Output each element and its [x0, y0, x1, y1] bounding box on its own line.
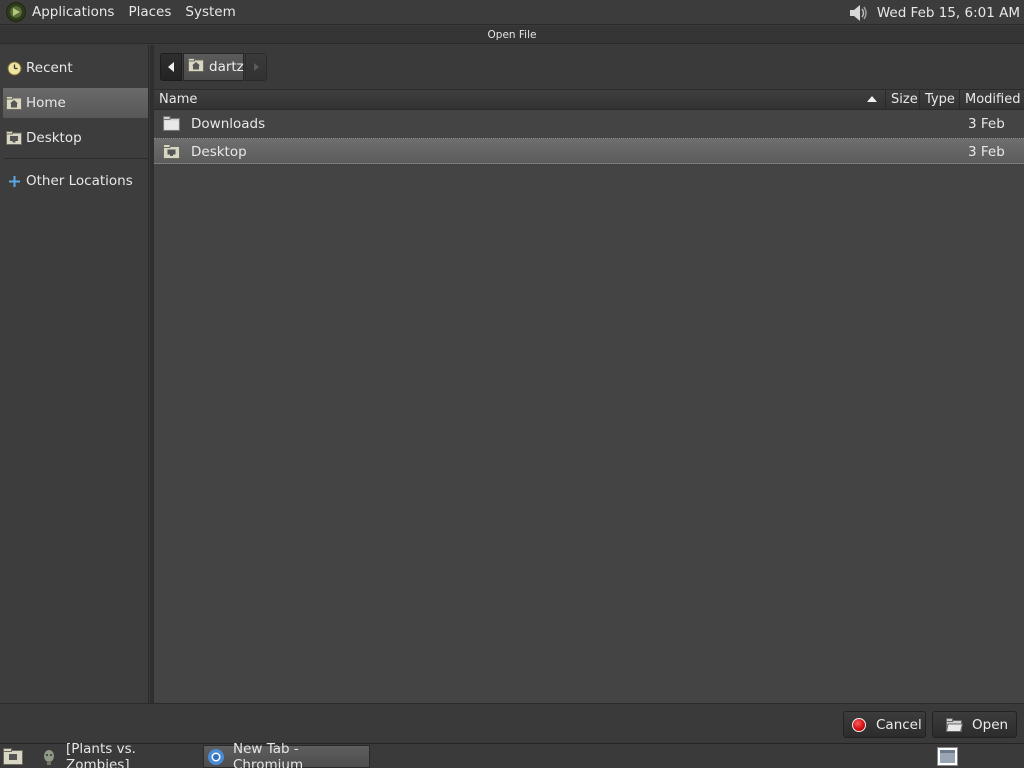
clock[interactable]: Wed Feb 15, 6:01 AM — [877, 5, 1020, 21]
task-plants-vs-zombies[interactable]: [Plants vs. Zombies] — [37, 741, 197, 768]
home-folder-icon — [188, 58, 204, 76]
path-back-button[interactable] — [160, 53, 182, 81]
sidebar-item-label: Other Locations — [26, 173, 133, 189]
file-name: Desktop — [191, 144, 247, 160]
sort-ascending-icon — [867, 96, 877, 102]
list-header: Name Size Type Modified — [154, 89, 1024, 110]
sidebar-item-label: Desktop — [26, 130, 82, 146]
sidebar-item-home[interactable]: Home — [3, 88, 148, 118]
menu-applications[interactable]: Applications — [32, 4, 114, 20]
chevron-right-icon — [254, 63, 259, 71]
clock-icon — [6, 60, 22, 76]
sidebar-item-desktop[interactable]: Desktop — [3, 123, 148, 153]
open-folder-icon — [946, 717, 963, 732]
column-header-modified[interactable]: Modified — [959, 90, 1024, 110]
chevron-left-icon — [168, 62, 174, 72]
open-label: Open — [972, 716, 1009, 733]
show-desktop-icon[interactable] — [3, 748, 23, 765]
path-bar: dartz — [154, 45, 1024, 89]
open-button[interactable]: Open — [932, 711, 1017, 738]
task-label: [Plants vs. Zombies] — [66, 740, 136, 768]
panel-tray: Wed Feb 15, 6:01 AM — [847, 0, 1020, 25]
sidebar-separator — [4, 158, 148, 159]
path-forward-button[interactable] — [245, 53, 267, 81]
cancel-icon — [852, 717, 866, 732]
menu-system[interactable]: System — [185, 4, 235, 20]
desktop-folder-icon — [6, 130, 22, 146]
folder-icon — [163, 116, 180, 132]
task-label: New Tab - Chromium — [233, 740, 304, 768]
chromium-icon — [207, 748, 225, 766]
file-name: Downloads — [191, 116, 266, 132]
task-chromium[interactable]: New Tab - Chromium — [203, 741, 370, 768]
file-browser: dartz Name Size Type Modified Downloads … — [154, 45, 1024, 703]
column-label: Name — [159, 92, 198, 107]
cancel-label: Cancel — [876, 716, 922, 733]
column-label: Size — [891, 92, 918, 107]
column-header-name[interactable]: Name — [154, 90, 885, 110]
menu-places[interactable]: Places — [128, 4, 171, 20]
desktop-folder-icon — [163, 144, 180, 160]
sidebar-item-label: Recent — [26, 60, 73, 76]
file-row-desktop[interactable]: Desktop 3 Feb — [154, 138, 1024, 164]
sidebar-item-label: Home — [26, 95, 66, 111]
dialog-button-bar: Cancel Open — [0, 703, 1024, 743]
path-button-home[interactable]: dartz — [183, 53, 244, 81]
zombie-icon — [40, 748, 58, 766]
column-label: Modified — [965, 92, 1021, 107]
file-row-downloads[interactable]: Downloads 3 Feb — [154, 111, 1024, 137]
sidebar-item-other-locations[interactable]: Other Locations — [3, 166, 148, 196]
path-button-label: dartz — [209, 59, 244, 75]
taskbar: [Plants vs. Zombies] New Tab - Chromium — [0, 741, 1024, 768]
column-header-type[interactable]: Type — [919, 90, 959, 110]
home-folder-icon — [6, 95, 22, 111]
top-panel: Applications Places System Wed Feb 15, 6… — [0, 0, 1024, 25]
places-sidebar: Recent Home Desktop Other Locations — [0, 45, 149, 703]
volume-icon[interactable] — [847, 2, 869, 24]
sidebar-item-recent[interactable]: Recent — [3, 53, 148, 83]
file-modified: 3 Feb — [968, 116, 1005, 132]
plus-icon — [6, 173, 22, 189]
cancel-button[interactable]: Cancel — [843, 711, 926, 738]
column-label: Type — [925, 92, 955, 107]
distro-logo-icon[interactable] — [6, 2, 26, 22]
file-modified: 3 Feb — [968, 144, 1005, 160]
dialog-title: Open File — [0, 26, 1024, 44]
workspace-switcher[interactable] — [937, 747, 958, 766]
column-header-size[interactable]: Size — [885, 90, 919, 110]
